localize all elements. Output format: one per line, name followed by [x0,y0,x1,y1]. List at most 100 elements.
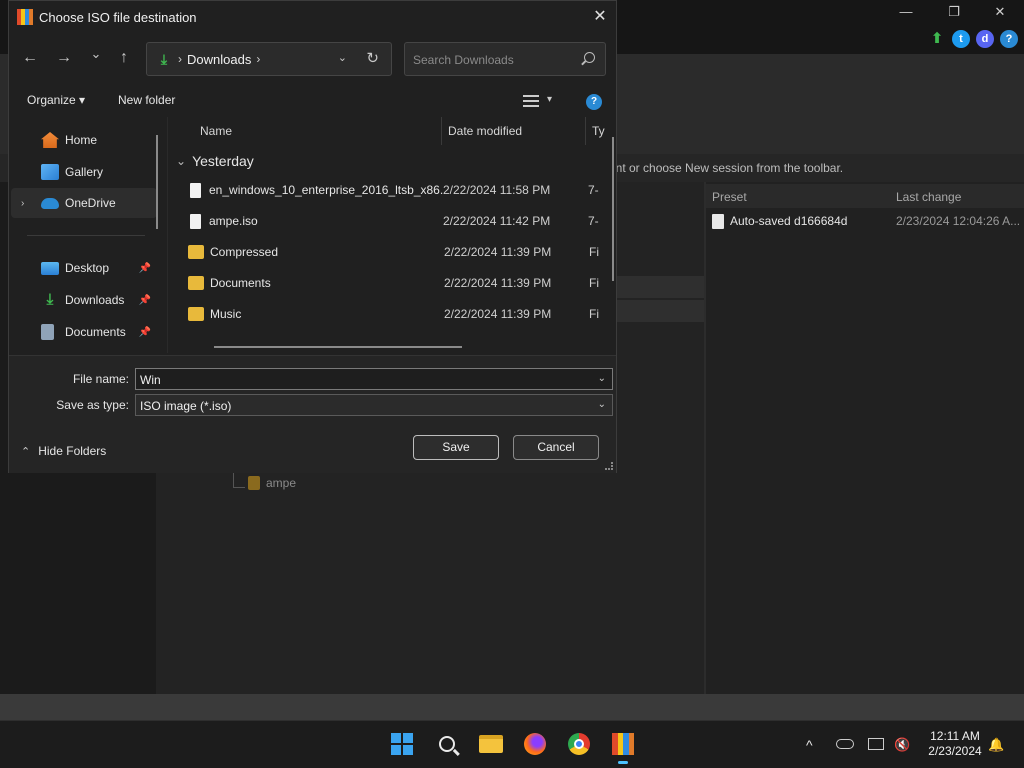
help-icon[interactable]: ? [1000,30,1018,48]
back-arrow-icon[interactable]: ← [19,47,41,69]
file-row[interactable]: ampe.iso 2/22/2024 11:42 PM 7- [168,206,608,236]
up-arrow-icon[interactable]: ↑ [113,47,135,69]
sidebar-item-gallery[interactable]: Gallery [11,157,157,187]
close-button[interactable]: ✕ [980,4,1020,22]
save-type-label: Save as type: [56,398,129,412]
chrome-button[interactable] [564,729,594,759]
status-bar [0,694,1024,720]
folder-icon [188,307,204,321]
notification-bell-icon[interactable]: 🔔 [988,737,1004,753]
save-type-dropdown-icon[interactable]: ⌄ [598,399,606,410]
firefox-icon [524,733,546,755]
file-explorer-button[interactable] [476,729,506,759]
file-date: 2/22/2024 11:39 PM [444,245,552,259]
search-icon [439,736,455,752]
clock-time: 12:11 AM [930,729,980,743]
view-dropdown-icon[interactable]: ▾ [547,94,552,105]
session-row[interactable]: Auto-saved d166684d 2/23/2024 12:04:26 A… [706,210,1024,232]
organize-button[interactable]: Organize ▾ [27,93,85,107]
tree-item-ampe[interactable]: ampe [248,476,296,490]
folder-row[interactable]: Compressed 2/22/2024 11:39 PM Fi [168,237,608,267]
column-last-change[interactable]: Last change [890,184,967,208]
save-dialog: Choose ISO file destination ✕ ← → ⌄ ↑ ⤓ … [8,0,617,473]
dialog-titlebar: Choose ISO file destination ✕ [9,1,616,33]
navigation-bar: ← → ⌄ ↑ ⤓ › Downloads › ⌄ ↻ Search Downl… [9,37,616,77]
file-name: en_windows_10_enterprise_2016_ltsb_x86..… [209,183,443,197]
new-folder-button[interactable]: New folder [118,93,175,107]
save-type-select[interactable]: ISO image (*.iso) ⌄ [135,394,613,416]
file-type: Fi [589,307,599,321]
discord-icon[interactable]: d [976,30,994,48]
column-name[interactable]: Name [168,117,442,145]
file-type: 7- [588,183,599,197]
pin-icon[interactable]: 📌 [139,263,151,274]
folder-row[interactable]: Music 2/22/2024 11:39 PM Fi [168,299,608,329]
sidebar-item-downloads[interactable]: ⤓ Downloads 📌 [11,285,157,315]
documents-icon [41,324,54,340]
file-name-input[interactable]: Win ⌄ [135,368,613,390]
hide-folders-label: Hide Folders [38,444,107,458]
column-preset[interactable]: Preset [706,184,890,208]
pin-icon[interactable]: 📌 [139,327,151,338]
resize-grip[interactable] [605,462,613,470]
help-icon[interactable]: ? [586,94,602,110]
gallery-icon [41,164,59,180]
sidebar-item-label: Home [65,133,98,147]
clock[interactable]: 12:11 AM 2/23/2024 [918,729,992,759]
forward-arrow-icon[interactable]: → [53,47,75,69]
file-date: 2/22/2024 11:58 PM [443,183,551,197]
show-hidden-icons-chevron-icon[interactable]: ^ [806,737,813,753]
cancel-button[interactable]: Cancel [513,435,599,460]
message-text: rent or choose New session from the tool… [605,161,844,175]
file-date: 2/22/2024 11:39 PM [444,307,552,321]
file-type: 7- [588,214,599,228]
breadcrumb-separator[interactable]: › [178,52,182,66]
search-input[interactable]: Search Downloads [404,42,606,76]
document-icon [712,213,724,229]
firefox-button[interactable] [520,729,550,759]
view-options-icon[interactable] [523,95,539,107]
close-icon[interactable]: ✕ [588,5,612,29]
sidebar-item-home[interactable]: Home [11,125,157,155]
network-icon[interactable] [868,738,884,750]
recent-locations-chevron-icon[interactable]: ⌄ [85,43,107,65]
desktop-icon [41,261,59,275]
refresh-icon[interactable]: ↻ [366,49,379,67]
pin-icon[interactable]: 📌 [139,295,151,306]
session-preset: Auto-saved d166684d [730,214,848,228]
update-arrow-icon[interactable]: ⬆ [928,30,946,48]
start-button[interactable] [387,729,417,759]
collapse-chevron-icon[interactable]: ⌄ [176,154,186,168]
search-icon[interactable] [584,52,595,63]
volume-muted-icon[interactable]: 🔇 [894,737,910,753]
expand-chevron-icon[interactable]: › [21,198,35,209]
twitter-icon[interactable]: t [952,30,970,48]
sidebar-scrollbar[interactable] [156,135,158,229]
maximize-button[interactable]: ❐ [934,4,974,22]
navigation-pane: Home Gallery › OneDrive Desktop 📌 ⤓ Down… [9,117,165,353]
file-row[interactable]: en_windows_10_enterprise_2016_ltsb_x86..… [168,175,608,205]
active-app-button[interactable] [608,729,638,764]
search-button[interactable] [432,729,462,759]
address-bar[interactable]: ⤓ › Downloads › ⌄ ↻ [146,42,392,76]
breadcrumb-separator[interactable]: › [256,52,260,66]
sidebar-item-documents[interactable]: Documents 📌 [11,317,157,347]
column-headers: Name Date modified Ty [168,117,617,145]
column-date-modified[interactable]: Date modified [442,117,586,145]
sidebar-item-desktop[interactable]: Desktop 📌 [11,253,157,283]
app-icon [612,733,634,755]
sessions-header: Preset Last change [706,184,1024,208]
file-list-vertical-scrollbar[interactable] [612,137,614,281]
breadcrumb-downloads[interactable]: Downloads [187,52,251,67]
address-dropdown-icon[interactable]: ⌄ [338,51,347,64]
file-name-dropdown-icon[interactable]: ⌄ [598,373,606,384]
onedrive-offline-icon[interactable] [836,739,854,749]
file-list-horizontal-scrollbar[interactable] [214,346,462,348]
sidebar-item-onedrive[interactable]: › OneDrive [11,188,157,218]
group-header-yesterday[interactable]: ⌄ Yesterday [176,153,254,169]
minimize-button[interactable]: — [886,4,926,22]
clock-date: 2/23/2024 [928,744,982,758]
folder-row[interactable]: Documents 2/22/2024 11:39 PM Fi [168,268,608,298]
hide-folders-button[interactable]: ⌃ Hide Folders [21,444,106,458]
save-button[interactable]: Save [413,435,499,460]
